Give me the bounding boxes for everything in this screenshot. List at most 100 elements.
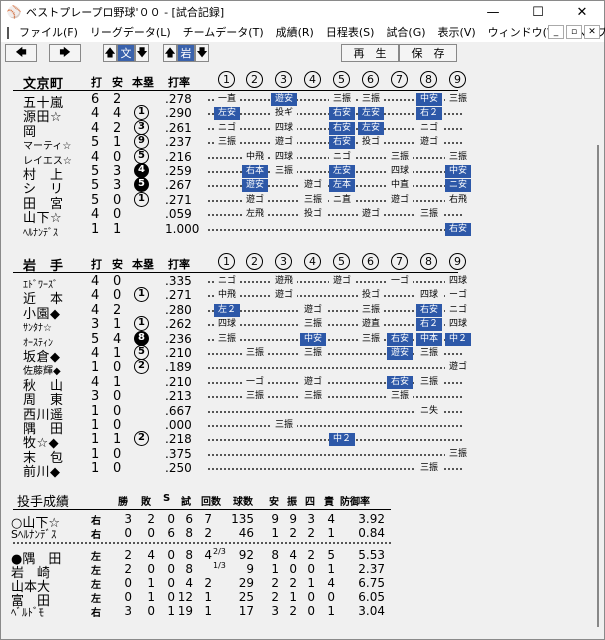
team2-up-button[interactable]: 🡅 bbox=[163, 44, 177, 62]
replay-button[interactable]: 再 生 bbox=[341, 44, 399, 62]
out-result-cell: 三振 bbox=[242, 347, 268, 360]
out-result-cell: ニゴ bbox=[214, 121, 240, 135]
player-average: .218 bbox=[165, 432, 192, 447]
pitcher-l: 2 bbox=[147, 512, 155, 526]
player-home-runs: 3 bbox=[134, 119, 149, 135]
application-window: ⚾ ベストプレープロ野球'００ - [試合記録] — ☐ ✕ ファイル(F) リ… bbox=[0, 0, 605, 640]
document-icon[interactable] bbox=[7, 26, 9, 39]
hit-result-cell: 右安 bbox=[387, 332, 413, 346]
pitcher-hand: 左 bbox=[91, 552, 101, 563]
out-result-cell: 三振 bbox=[300, 347, 326, 360]
out-result-cell: 遊飛 bbox=[271, 275, 297, 288]
hit-result-cell: 右安 bbox=[445, 222, 471, 236]
menu-team-data[interactable]: チームデータ(T) bbox=[177, 23, 270, 42]
menu-game[interactable]: 試合(G) bbox=[380, 23, 431, 42]
player-at-bats: 1 bbox=[91, 461, 100, 477]
hit-result-cell: 遊安 bbox=[271, 93, 297, 106]
player-hits: 1 bbox=[113, 374, 122, 390]
minimize-button[interactable]: — bbox=[471, 1, 515, 23]
player-at-bats: 4 bbox=[91, 274, 100, 289]
hit-result-cell: 左安 bbox=[358, 107, 384, 121]
next-arrow-button[interactable]: 🡆 bbox=[49, 44, 81, 62]
pitcher-so: 2 bbox=[289, 604, 297, 618]
pitcher-bb: 3 bbox=[307, 512, 315, 526]
pitching-header: 振 bbox=[287, 497, 297, 508]
player-home-runs: 5 bbox=[134, 345, 149, 360]
player-hits: 0 bbox=[113, 207, 122, 223]
hit-result-cell: 遊安 bbox=[387, 347, 413, 360]
inning-header: 1 bbox=[218, 253, 235, 270]
out-result-cell: 三振 bbox=[300, 318, 326, 332]
mdi-close-button[interactable]: ✕ bbox=[584, 25, 600, 39]
maximize-button[interactable]: ☐ bbox=[516, 1, 560, 23]
player-average: .271 bbox=[165, 288, 192, 303]
player-at-bats: 4 bbox=[91, 149, 100, 165]
out-result-cell: 中飛 bbox=[242, 150, 268, 164]
pitcher-g: 8 bbox=[185, 526, 193, 540]
scrollbar-thumb[interactable] bbox=[597, 145, 599, 627]
row-dotted-line bbox=[208, 453, 462, 456]
out-result-cell: 四球 bbox=[445, 275, 471, 288]
player-at-bats: 5 bbox=[91, 331, 100, 347]
player-hits: 0 bbox=[113, 192, 122, 208]
hit-result-cell: 中安 bbox=[445, 165, 471, 178]
team2-down-button[interactable]: 🡇 bbox=[195, 44, 209, 62]
player-home-runs: 1 bbox=[134, 191, 149, 207]
player-hits: 4 bbox=[113, 106, 122, 122]
pitcher-w: 0 bbox=[124, 526, 132, 540]
pitching-header: 防御率 bbox=[340, 497, 370, 508]
save-button[interactable]: 保 存 bbox=[399, 44, 457, 62]
mdi-minimize-button[interactable]: _ bbox=[548, 25, 564, 39]
menu-results[interactable]: 成績(R) bbox=[270, 23, 320, 42]
pitcher-ip: 1 bbox=[204, 590, 212, 604]
player-average: .262 bbox=[165, 317, 192, 332]
player-home-runs: 5 bbox=[134, 148, 149, 164]
out-result-cell: 三振 bbox=[445, 93, 471, 106]
out-result-cell: 投ギ bbox=[271, 107, 297, 121]
pitcher-g: 12 bbox=[177, 590, 193, 604]
hit-result-cell: 右２ bbox=[416, 107, 442, 121]
player-at-bats: 3 bbox=[91, 317, 100, 333]
team2-toggle-button[interactable]: 岩 bbox=[177, 44, 195, 62]
pitcher-bb: 0 bbox=[307, 604, 315, 618]
pitcher-w: 2 bbox=[124, 548, 132, 562]
pitcher-pitches: 135 bbox=[231, 512, 254, 526]
hit-result-cell: 左安 bbox=[358, 121, 384, 135]
app-icon[interactable]: ⚾ bbox=[6, 4, 22, 20]
player-name: ｻﾝﾀﾅ☆ bbox=[23, 323, 52, 335]
pitcher-er: 4 bbox=[327, 576, 335, 590]
close-button[interactable]: ✕ bbox=[560, 1, 604, 23]
vertical-scrollbar[interactable] bbox=[593, 65, 603, 637]
menu-file[interactable]: ファイル(F) bbox=[13, 23, 84, 42]
pitcher-s: 0 bbox=[167, 512, 175, 526]
menu-league-data[interactable]: リーグデータ(L) bbox=[84, 23, 177, 42]
player-home-runs: 1 bbox=[134, 105, 149, 121]
pitcher-g: 19 bbox=[177, 604, 193, 618]
team1-toggle-button[interactable]: 文 bbox=[117, 44, 135, 62]
out-result-cell: 四球 bbox=[214, 318, 240, 332]
team1-up-button[interactable]: 🡅 bbox=[103, 44, 117, 62]
menu-schedule[interactable]: 日程表(S) bbox=[320, 23, 381, 42]
team1-down-button[interactable]: 🡇 bbox=[135, 44, 149, 62]
pitcher-ip: 4 bbox=[204, 548, 212, 562]
out-result-cell: 遊ゴ bbox=[271, 136, 297, 150]
mdi-restore-button[interactable]: ▫ bbox=[566, 25, 582, 39]
inning-header: 8 bbox=[420, 253, 437, 270]
prev-arrow-button[interactable]: 🡄 bbox=[5, 44, 37, 62]
player-average: .210 bbox=[165, 374, 192, 389]
out-result-cell: 三振 bbox=[214, 136, 240, 150]
out-result-cell: 三振 bbox=[416, 375, 442, 389]
menu-view[interactable]: 表示(V) bbox=[432, 23, 482, 42]
out-result-cell: 三振 bbox=[416, 462, 442, 476]
player-hits: 4 bbox=[113, 331, 122, 347]
pitching-header: 試 bbox=[181, 497, 191, 508]
hit-result-cell: 右本 bbox=[242, 165, 268, 178]
player-at-bats: 3 bbox=[91, 389, 100, 405]
out-result-cell: 三振 bbox=[242, 390, 268, 404]
player-average: 1.000 bbox=[165, 221, 200, 236]
out-result-cell: ニゴ bbox=[445, 303, 471, 317]
pitcher-bb: 1 bbox=[307, 576, 315, 590]
out-result-cell: 三振 bbox=[358, 303, 384, 317]
player-home-runs: 1 bbox=[134, 316, 149, 332]
player-average: .667 bbox=[165, 403, 192, 418]
